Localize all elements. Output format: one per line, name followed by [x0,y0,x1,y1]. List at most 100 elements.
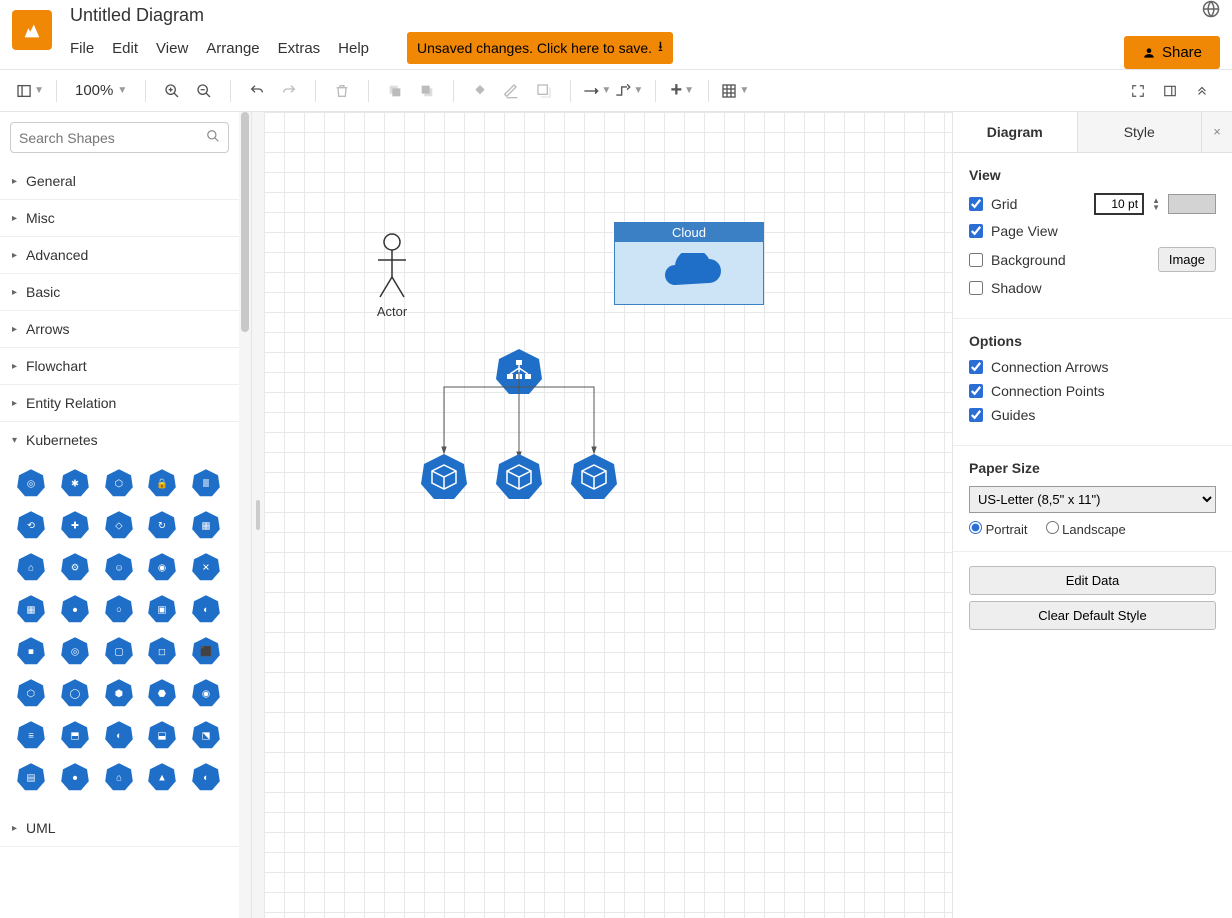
k8s-shape-28[interactable]: ⬣ [145,676,179,710]
grid-size-input[interactable] [1094,193,1144,215]
k8s-shape-27[interactable]: ⬢ [102,676,136,710]
zoom-out-button[interactable] [190,77,218,105]
k8s-shape-9[interactable]: ▦ [189,508,223,542]
grid-stepper[interactable]: ▲▼ [1152,197,1160,211]
k8s-shape-2[interactable]: ⬡ [102,466,136,500]
conn-arrows-checkbox[interactable] [969,360,983,374]
redo-button[interactable] [275,77,303,105]
clear-style-button[interactable]: Clear Default Style [969,601,1216,630]
format-panel-button[interactable] [1156,77,1184,105]
shadow-button[interactable] [530,77,558,105]
k8s-shape-24[interactable]: ⬛ [189,634,223,668]
k8s-shape-15[interactable]: ▦ [14,592,48,626]
paper-size-select[interactable]: US-Letter (8,5" x 11") [969,486,1216,513]
pageview-checkbox[interactable] [969,224,983,238]
search-input[interactable] [19,130,206,146]
zoom-dropdown[interactable]: 100%▼ [69,82,133,99]
guides-checkbox[interactable] [969,408,983,422]
shape-k8s-child-3[interactable] [569,452,619,505]
k8s-shape-31[interactable]: ⬒ [58,718,92,752]
k8s-shape-1[interactable]: ✱ [58,466,92,500]
canvas[interactable]: Actor Cloud [264,112,952,918]
document-title[interactable]: Untitled Diagram [70,5,1124,26]
palette-advanced[interactable]: ▸Advanced [0,237,239,274]
k8s-shape-38[interactable]: ▲ [145,760,179,794]
k8s-shape-8[interactable]: ↻ [145,508,179,542]
insert-button[interactable]: +▼ [668,77,696,105]
connection-style-button[interactable]: ▼ [583,77,611,105]
palette-misc[interactable]: ▸Misc [0,200,239,237]
k8s-shape-22[interactable]: ▢ [102,634,136,668]
zoom-in-button[interactable] [158,77,186,105]
shape-actor[interactable]: Actor [374,232,410,319]
k8s-shape-6[interactable]: ✚ [58,508,92,542]
canvas-splitter[interactable] [252,112,264,918]
k8s-shape-39[interactable]: ◐ [189,760,223,794]
palette-arrows[interactable]: ▸Arrows [0,311,239,348]
edit-data-button[interactable]: Edit Data [969,566,1216,595]
k8s-shape-26[interactable]: ◯ [58,676,92,710]
palette-general[interactable]: ▸General [0,163,239,200]
k8s-shape-20[interactable]: ■ [14,634,48,668]
landscape-radio[interactable] [1046,521,1059,534]
k8s-shape-11[interactable]: ⚙ [58,550,92,584]
k8s-shape-35[interactable]: ▤ [14,760,48,794]
conn-points-checkbox[interactable] [969,384,983,398]
k8s-shape-23[interactable]: ◻ [145,634,179,668]
menu-view[interactable]: View [156,40,188,57]
search-icon[interactable] [206,129,220,146]
fill-color-button[interactable] [466,77,494,105]
sidebar-toggle-button[interactable]: ▼ [16,77,44,105]
k8s-shape-0[interactable]: ◎ [14,466,48,500]
collapse-button[interactable] [1188,77,1216,105]
menu-help[interactable]: Help [338,40,369,57]
waypoint-style-button[interactable]: ▼ [615,77,643,105]
k8s-shape-19[interactable]: ◐ [189,592,223,626]
to-back-button[interactable] [413,77,441,105]
save-banner[interactable]: Unsaved changes. Click here to save. ⭳ [407,32,673,64]
k8s-shape-5[interactable]: ⟲ [14,508,48,542]
menu-edit[interactable]: Edit [112,40,138,57]
grid-checkbox[interactable] [969,197,983,211]
k8s-shape-32[interactable]: ◐ [102,718,136,752]
k8s-shape-13[interactable]: ◉ [145,550,179,584]
shape-cloud-container[interactable]: Cloud [614,222,764,305]
landscape-option[interactable]: Landscape [1046,521,1126,537]
undo-button[interactable] [243,77,271,105]
search-shapes[interactable] [10,122,229,153]
portrait-option[interactable]: Portrait [969,521,1028,537]
k8s-shape-18[interactable]: ▣ [145,592,179,626]
shadow-checkbox[interactable] [969,281,983,295]
app-logo[interactable] [12,10,52,50]
to-front-button[interactable] [381,77,409,105]
palette-kubernetes[interactable]: ▾Kubernetes [0,422,239,458]
k8s-shape-30[interactable]: ≡ [14,718,48,752]
background-checkbox[interactable] [969,253,983,267]
shape-k8s-child-2[interactable] [494,452,544,505]
portrait-radio[interactable] [969,521,982,534]
k8s-shape-7[interactable]: ◇ [102,508,136,542]
delete-button[interactable] [328,77,356,105]
k8s-shape-4[interactable]: ≣ [189,466,223,500]
k8s-shape-37[interactable]: ⌂ [102,760,136,794]
line-color-button[interactable] [498,77,526,105]
shape-k8s-child-1[interactable] [419,452,469,505]
k8s-shape-17[interactable]: ○ [102,592,136,626]
palette-entity-relation[interactable]: ▸Entity Relation [0,385,239,422]
palette-uml[interactable]: ▸UML [0,810,239,847]
k8s-shape-16[interactable]: ● [58,592,92,626]
tab-diagram[interactable]: Diagram [953,112,1078,152]
k8s-shape-29[interactable]: ◉ [189,676,223,710]
menu-file[interactable]: File [70,40,94,57]
palette-basic[interactable]: ▸Basic [0,274,239,311]
table-button[interactable]: ▼ [721,77,749,105]
sidebar-scrollbar[interactable] [239,112,251,918]
k8s-shape-12[interactable]: ☺ [102,550,136,584]
background-image-button[interactable]: Image [1158,247,1216,272]
menu-extras[interactable]: Extras [278,40,321,57]
language-icon[interactable] [1202,0,1220,18]
k8s-shape-21[interactable]: ◎ [58,634,92,668]
k8s-shape-25[interactable]: ⬡ [14,676,48,710]
fullscreen-button[interactable] [1124,77,1152,105]
k8s-shape-10[interactable]: ⌂ [14,550,48,584]
